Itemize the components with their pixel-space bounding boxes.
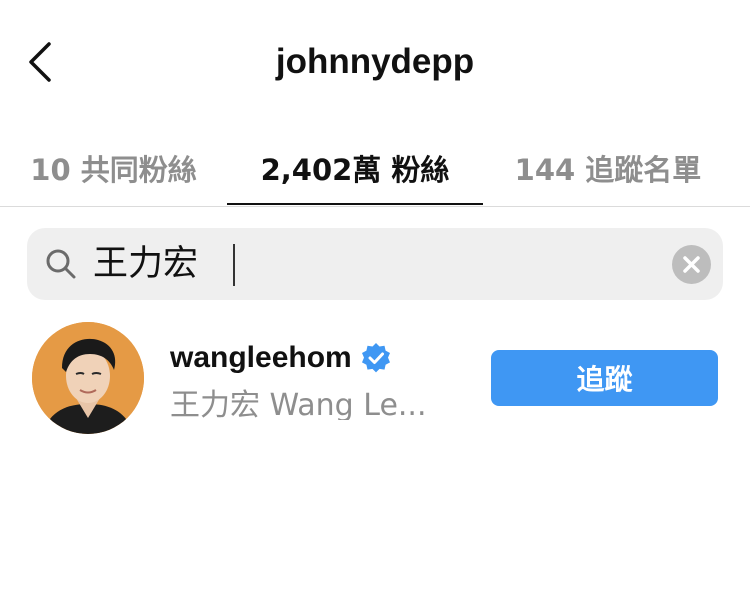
username-link[interactable]: wangleehom — [170, 338, 392, 378]
tab-mutual-followers[interactable]: 10 共同粉絲 — [0, 130, 227, 206]
profile-username-title: johnnydepp — [275, 42, 475, 81]
result-username: wangleehom — [170, 341, 352, 374]
avatar[interactable] — [32, 322, 144, 434]
search-bar[interactable] — [27, 228, 723, 300]
top-bar: johnnydepp — [0, 0, 750, 128]
result-full-name: 王力宏 Wang Le... — [170, 388, 427, 420]
follow-button[interactable]: 追蹤 — [491, 350, 718, 406]
profile-photo-icon — [32, 322, 144, 434]
user-result-row[interactable]: wangleehom 王力宏 Wang Le... 追蹤 — [0, 318, 750, 438]
followers-tabs: 10 共同粉絲 2,402萬 粉絲 144 追蹤名單 — [0, 130, 750, 207]
tab-following[interactable]: 144 追蹤名單 — [483, 130, 733, 206]
text-cursor — [233, 244, 235, 286]
search-input[interactable] — [93, 240, 653, 288]
search-icon — [46, 249, 76, 279]
clear-icon — [683, 256, 700, 273]
active-tab-indicator — [227, 203, 483, 205]
tab-followers[interactable]: 2,402萬 粉絲 — [227, 130, 483, 206]
verified-badge-icon — [361, 343, 390, 373]
clear-search-button[interactable] — [672, 245, 711, 284]
